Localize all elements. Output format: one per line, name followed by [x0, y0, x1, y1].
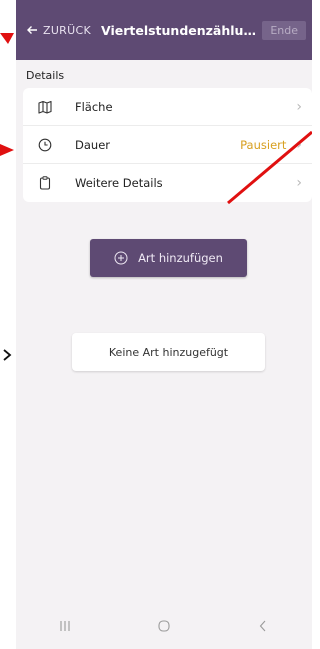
add-species-button[interactable]: Art hinzufügen — [90, 239, 247, 277]
annotation-arrow-black — [3, 349, 12, 361]
recent-apps-icon[interactable] — [45, 611, 85, 641]
back-label: ZURÜCK — [43, 23, 91, 37]
home-icon[interactable] — [144, 611, 184, 641]
system-nav-bar — [16, 603, 312, 649]
detail-row-label: Dauer — [75, 137, 110, 152]
clock-icon — [37, 137, 53, 153]
clipboard-icon — [37, 175, 53, 191]
app-screen: ZURÜCK Viertelstundenzählun... Ende Deta… — [16, 0, 312, 649]
page-title: Viertelstundenzählun... — [100, 22, 257, 38]
detail-row-label: Fläche — [75, 99, 113, 114]
empty-state-message: Keine Art hinzugefügt — [72, 333, 265, 371]
plus-circle-icon — [114, 251, 128, 265]
arrow-left-icon — [27, 26, 37, 34]
map-icon — [37, 99, 53, 115]
detail-row-label: Weitere Details — [75, 176, 163, 190]
app-header: ZURÜCK Viertelstundenzählun... Ende — [16, 0, 312, 60]
chevron-right-icon: › — [296, 175, 302, 191]
back-nav-icon[interactable] — [243, 611, 283, 641]
detail-row-duration[interactable]: Dauer Pausiert › — [23, 126, 312, 164]
end-button[interactable]: Ende — [262, 20, 306, 40]
details-card: Fläche › Dauer Pausiert › Weitere Detail… — [23, 88, 312, 202]
status-badge: Pausiert — [240, 137, 287, 152]
detail-row-more[interactable]: Weitere Details › — [23, 164, 312, 202]
chevron-right-icon: › — [296, 98, 302, 115]
annotation-arrow-middle — [0, 144, 14, 156]
add-species-label: Art hinzufügen — [138, 251, 223, 265]
chevron-right-icon: › — [296, 136, 302, 153]
annotation-arrow-top — [0, 33, 14, 44]
back-button[interactable]: ZURÜCK — [26, 24, 91, 37]
details-section-label: Details — [26, 69, 65, 82]
detail-row-area[interactable]: Fläche › — [23, 88, 312, 126]
